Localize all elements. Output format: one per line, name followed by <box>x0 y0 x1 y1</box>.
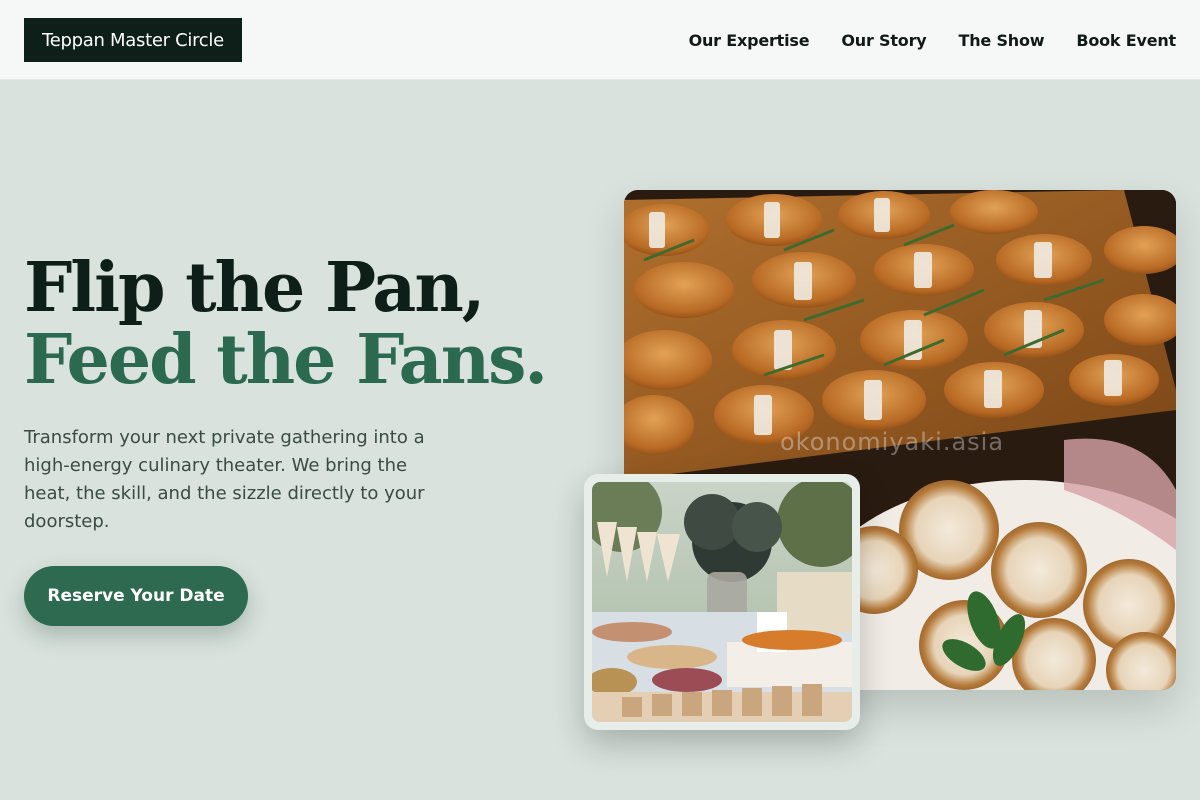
nav-link-our-story[interactable]: Our Story <box>841 31 926 50</box>
outdoor-buffet-illustration <box>592 482 852 722</box>
reserve-date-button[interactable]: Reserve Your Date <box>24 566 248 626</box>
nav-link-book-event[interactable]: Book Event <box>1076 31 1176 50</box>
hero-headline: Flip the Pan, Feed the Fans. <box>24 248 548 400</box>
nav-link-the-show[interactable]: The Show <box>959 31 1045 50</box>
hero-headline-line1: Flip the Pan, <box>24 248 485 328</box>
hero-inset-image-frame <box>584 474 860 730</box>
nav-link-our-expertise[interactable]: Our Expertise <box>689 31 810 50</box>
brand-logo[interactable]: Teppan Master Circle <box>24 18 242 62</box>
hero-lead-text: Transform your next private gathering in… <box>24 427 425 532</box>
hero-inset-image <box>592 482 852 722</box>
main-nav: Our Expertise Our Story The Show Book Ev… <box>689 0 1177 80</box>
site-header: Teppan Master Circle Our Expertise Our S… <box>0 0 1200 80</box>
image-watermark: okonomiyaki.asia <box>780 428 1005 456</box>
hero-headline-line2: Feed the Fans. <box>24 320 548 400</box>
